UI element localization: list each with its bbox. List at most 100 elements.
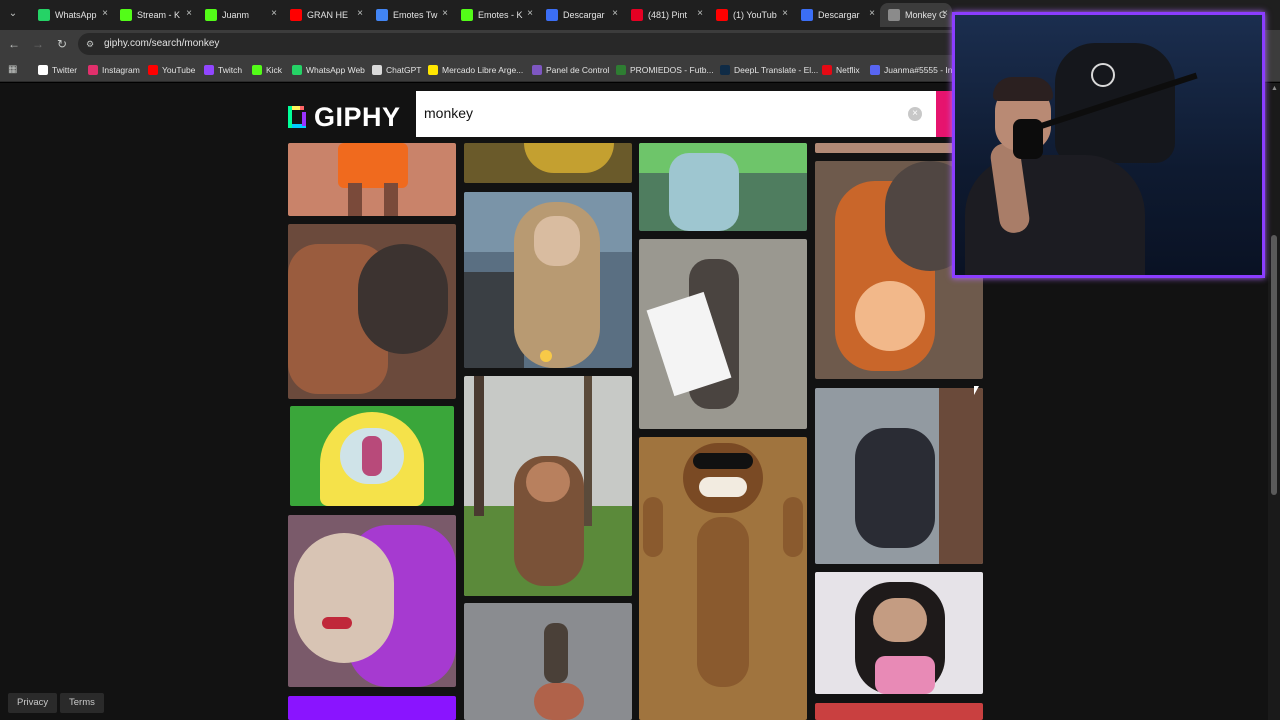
browser-tab[interactable]: (1) YouTub ×	[708, 3, 792, 27]
bookmark-item[interactable]: DeepL Translate - El...	[720, 63, 818, 77]
bookmark-item[interactable]: Twitch	[204, 63, 242, 77]
tab-close-icon[interactable]: ×	[186, 8, 192, 19]
bookmark-favicon-icon	[38, 65, 48, 75]
tab-close-icon[interactable]: ×	[357, 8, 363, 19]
tab-favicon-icon	[631, 9, 643, 21]
page-scrollbar[interactable]: ▲	[1268, 83, 1280, 720]
tab-label: Monkey G	[905, 10, 947, 20]
browser-tab[interactable]: (481) Pint ×	[623, 3, 707, 27]
tab-label: Juanm	[222, 10, 250, 20]
bookmark-favicon-icon	[252, 65, 262, 75]
bookmark-label: PROMIEDOS - Futb...	[630, 65, 714, 75]
mouse-cursor-icon	[974, 386, 979, 395]
browser-tab[interactable]: Monkey G ×	[880, 3, 952, 27]
terms-button[interactable]: Terms	[60, 693, 104, 713]
bookmark-favicon-icon	[532, 65, 542, 75]
bookmark-favicon-icon	[616, 65, 626, 75]
bookmark-label: Twitter	[52, 65, 78, 75]
bookmark-favicon-icon	[870, 65, 880, 75]
tab-close-icon[interactable]: ×	[442, 8, 448, 19]
gif-tile[interactable]	[639, 143, 807, 231]
scroll-up-icon[interactable]: ▲	[1271, 85, 1278, 92]
bookmark-item[interactable]: ChatGPT	[372, 63, 421, 77]
tab-label: (481) Pint	[648, 10, 688, 20]
clear-search-icon[interactable]: ×	[908, 107, 922, 121]
bookmark-item[interactable]: Panel de Control	[532, 63, 609, 77]
tab-favicon-icon	[205, 9, 217, 21]
tab-label: WhatsApp	[55, 10, 97, 20]
bookmark-item[interactable]: PROMIEDOS - Futb...	[616, 63, 714, 77]
tab-close-icon[interactable]: ×	[869, 8, 875, 19]
tab-label: (1) YouTub	[733, 10, 777, 20]
tab-favicon-icon	[546, 9, 558, 21]
tab-search-icon[interactable]: ⌄	[4, 5, 22, 23]
gif-tile[interactable]	[639, 239, 807, 429]
bookmark-label: DeepL Translate - El...	[734, 65, 819, 75]
browser-tab[interactable]: Juanm ×	[197, 3, 281, 27]
bookmark-item[interactable]: Kick	[252, 63, 282, 77]
giphy-logo-mark-icon	[288, 104, 308, 130]
tab-favicon-icon	[376, 9, 388, 21]
tab-close-icon[interactable]: ×	[697, 8, 703, 19]
apps-grid-icon[interactable]: ▦	[8, 64, 20, 76]
tab-close-icon[interactable]: ×	[271, 8, 277, 19]
gif-tile[interactable]	[464, 603, 632, 720]
tab-favicon-icon	[461, 9, 473, 21]
browser-tab[interactable]: Stream - K ×	[112, 3, 196, 27]
giphy-logo[interactable]: GIPHY	[288, 102, 401, 132]
tab-close-icon[interactable]: ×	[102, 8, 108, 19]
search-box[interactable]: monkey ×	[416, 91, 936, 137]
tab-favicon-icon	[801, 9, 813, 21]
bookmark-item[interactable]: Instagram	[88, 63, 140, 77]
bookmark-favicon-icon	[88, 65, 98, 75]
gif-tile[interactable]	[288, 515, 456, 687]
tab-close-icon[interactable]: ×	[942, 8, 948, 19]
gif-tile[interactable]	[464, 143, 632, 183]
tab-close-icon[interactable]: ×	[612, 8, 618, 19]
tab-favicon-icon	[38, 9, 50, 21]
bookmark-favicon-icon	[822, 65, 832, 75]
tab-favicon-icon	[716, 9, 728, 21]
tab-close-icon[interactable]: ×	[782, 8, 788, 19]
search-input[interactable]: monkey	[424, 105, 473, 121]
browser-tab[interactable]: Descargar ×	[538, 3, 622, 27]
site-info-icon[interactable]: ⚙	[86, 38, 98, 50]
gif-tile[interactable]	[288, 696, 456, 720]
search-button[interactable]	[936, 91, 952, 137]
scroll-thumb[interactable]	[1271, 235, 1277, 495]
url-text: giphy.com/search/monkey	[104, 38, 220, 49]
gif-tile[interactable]	[815, 572, 983, 694]
tab-label: Emotes - K	[478, 10, 523, 20]
forward-icon[interactable]: →	[30, 36, 46, 52]
bookmark-item[interactable]: YouTube	[148, 63, 195, 77]
bookmark-item[interactable]: Mercado Libre Arge...	[428, 63, 523, 77]
browser-tab[interactable]: GRAN HE ×	[282, 3, 367, 27]
gif-tile[interactable]	[288, 224, 456, 399]
bookmark-label: Mercado Libre Arge...	[442, 65, 524, 75]
browser-tab[interactable]: Emotes Tw ×	[368, 3, 452, 27]
gif-tile[interactable]	[815, 703, 983, 720]
reload-icon[interactable]: ↻	[54, 36, 70, 52]
bookmark-item[interactable]: Twitter	[38, 63, 77, 77]
tab-label: Descargar	[818, 10, 860, 20]
bookmark-item[interactable]: WhatsApp Web	[292, 63, 365, 77]
gif-tile[interactable]	[290, 406, 454, 506]
tab-close-icon[interactable]: ×	[527, 8, 533, 19]
gif-tile[interactable]	[815, 388, 983, 564]
gif-tile[interactable]	[288, 143, 456, 216]
bookmark-label: WhatsApp Web	[306, 65, 365, 75]
browser-tab[interactable]: WhatsApp ×	[30, 3, 112, 27]
bookmark-item[interactable]: Netflix	[822, 63, 860, 77]
gif-tile[interactable]	[639, 437, 807, 720]
bookmark-favicon-icon	[148, 65, 158, 75]
chair-logo-icon	[1091, 63, 1115, 87]
privacy-button[interactable]: Privacy	[8, 693, 58, 713]
gif-tile[interactable]	[464, 376, 632, 596]
tab-favicon-icon	[120, 9, 132, 21]
browser-tab[interactable]: Descargar ×	[793, 3, 879, 27]
microphone-icon	[1013, 119, 1043, 159]
gif-tile[interactable]	[464, 192, 632, 368]
bookmark-item[interactable]: Juanma#5555 - Infi	[870, 63, 957, 77]
browser-tab[interactable]: Emotes - K ×	[453, 3, 537, 27]
back-icon[interactable]: ←	[6, 36, 22, 52]
